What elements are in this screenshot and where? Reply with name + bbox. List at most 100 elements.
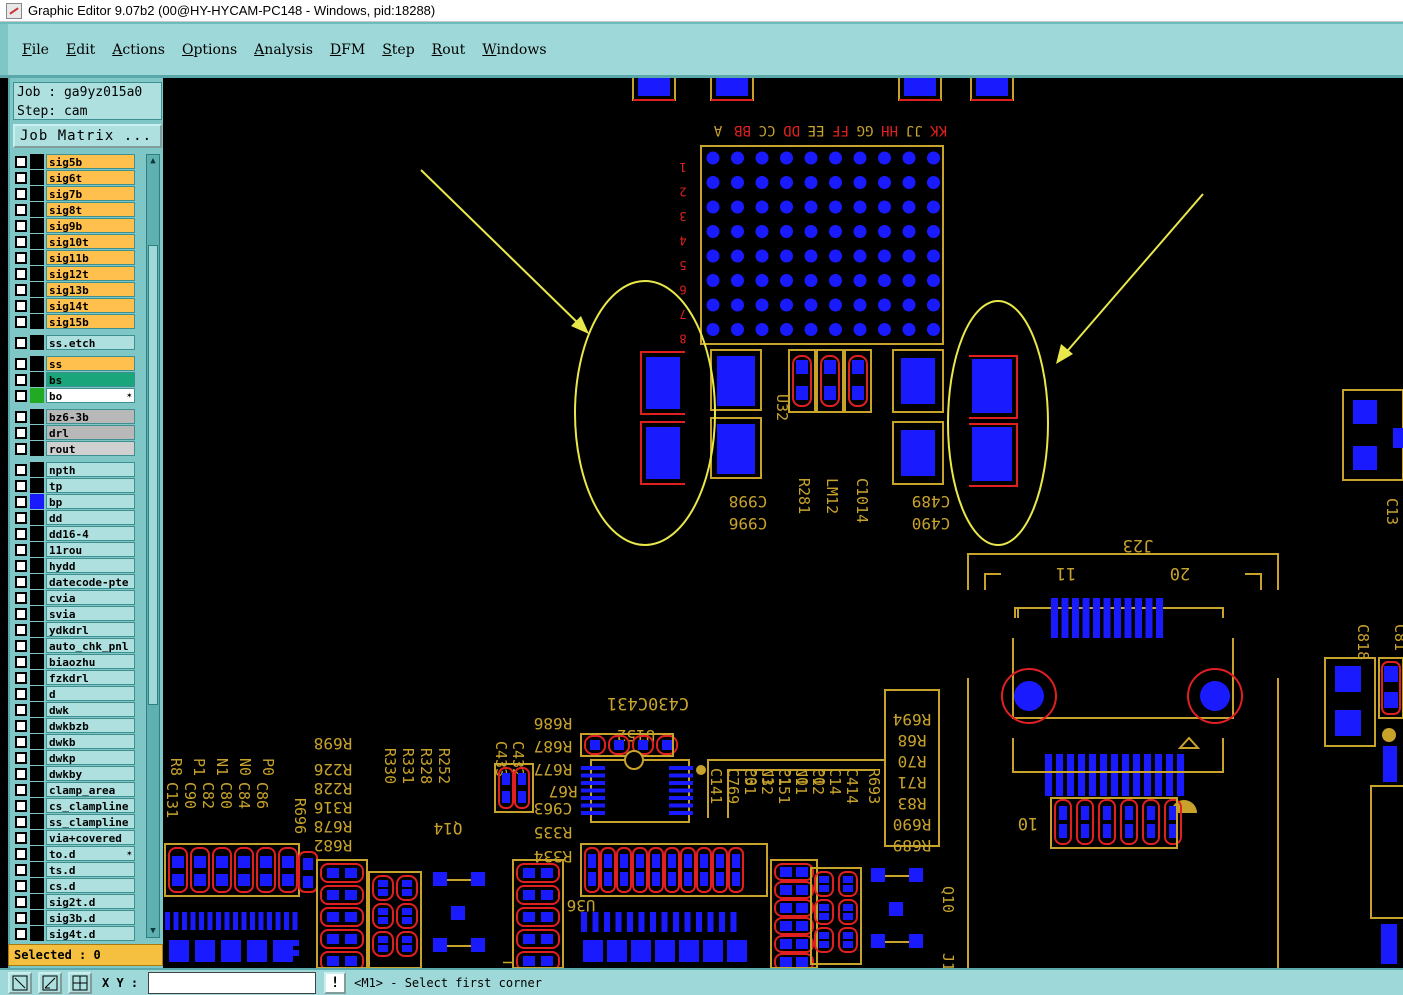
layer-name[interactable]: cvia [46,590,135,605]
layer-color-swatch[interactable] [30,670,44,685]
layer-row-hydd[interactable]: hydd [13,558,135,573]
xy-coordinate-input[interactable] [148,971,317,994]
layer-checkbox[interactable] [15,219,27,232]
zoom-area-tool-button[interactable] [8,971,32,994]
layer-row-dd[interactable]: dd [13,510,135,525]
layer-name[interactable]: d [46,686,135,701]
layer-checkbox[interactable] [15,299,27,312]
layer-row-sig4t.d[interactable]: sig4t.d [13,926,135,941]
layer-row-11rou[interactable]: 11rou [13,542,135,557]
layer-checkbox[interactable] [15,479,27,492]
layer-name[interactable]: tp [46,478,135,493]
layer-checkbox[interactable] [15,671,27,684]
layer-checkbox[interactable] [15,389,27,402]
layer-name[interactable]: to.d ✶ [46,846,135,861]
layer-color-swatch[interactable] [30,638,44,653]
layer-row-bz6-3b[interactable]: bz6-3b [13,409,135,424]
layer-row-sig13b[interactable]: sig13b [13,282,135,297]
layer-color-swatch[interactable] [30,894,44,909]
layer-checkbox[interactable] [15,831,27,844]
menu-windows[interactable]: Windows [482,42,546,58]
layer-name[interactable]: sig13b [46,282,135,297]
layer-row-bp[interactable]: bp [13,494,135,509]
layer-name[interactable]: sig7b [46,186,135,201]
layer-name[interactable]: rout [46,441,135,456]
layer-row-sig11b[interactable]: sig11b [13,250,135,265]
layer-color-swatch[interactable] [30,526,44,541]
layer-checkbox[interactable] [15,799,27,812]
layer-color-swatch[interactable] [30,814,44,829]
layer-color-swatch[interactable] [30,910,44,925]
layer-name[interactable]: drl [46,425,135,440]
layer-color-swatch[interactable] [30,782,44,797]
layer-row-bo[interactable]: bo ✶ [13,388,135,403]
layer-color-swatch[interactable] [30,574,44,589]
layer-checkbox[interactable] [15,815,27,828]
layer-row-auto_chk_pnl[interactable]: auto_chk_pnl [13,638,135,653]
layer-row-biaozhu[interactable]: biaozhu [13,654,135,669]
layer-name[interactable]: auto_chk_pnl [46,638,135,653]
layer-row-drl[interactable]: drl [13,425,135,440]
layer-name[interactable]: dwkp [46,750,135,765]
layer-name[interactable]: sig12t [46,266,135,281]
layer-color-swatch[interactable] [30,558,44,573]
layer-color-swatch[interactable] [30,734,44,749]
layer-checkbox[interactable] [15,283,27,296]
layer-name[interactable]: sig3b.d [46,910,135,925]
layer-color-swatch[interactable] [30,590,44,605]
layer-checkbox[interactable] [15,463,27,476]
layer-scrollbar[interactable]: ▲ ▼ [146,154,160,938]
layer-name[interactable]: via+covered [46,830,135,845]
layer-checkbox[interactable] [15,357,27,370]
layer-color-swatch[interactable] [30,766,44,781]
layer-row-dwkbzb[interactable]: dwkbzb [13,718,135,733]
layer-name[interactable]: ts.d [46,862,135,877]
layer-color-swatch[interactable] [30,441,44,456]
layer-color-swatch[interactable] [30,388,44,403]
layer-checkbox[interactable] [15,847,27,860]
layer-checkbox[interactable] [15,767,27,780]
layer-name[interactable]: sig4t.d [46,926,135,941]
layer-checkbox[interactable] [15,719,27,732]
layer-row-ts.d[interactable]: ts.d [13,862,135,877]
layer-color-swatch[interactable] [30,186,44,201]
layer-name[interactable]: sig8t [46,202,135,217]
layer-name[interactable]: sig11b [46,250,135,265]
layer-row-cs_clampline[interactable]: cs_clampline [13,798,135,813]
layer-name[interactable]: sig6t [46,170,135,185]
layer-color-swatch[interactable] [30,750,44,765]
layer-name[interactable]: bz6-3b [46,409,135,424]
layer-name[interactable]: hydd [46,558,135,573]
layer-color-swatch[interactable] [30,606,44,621]
layer-checkbox[interactable] [15,607,27,620]
layer-name[interactable]: sig5b [46,154,135,169]
layer-name[interactable]: sig14t [46,298,135,313]
layer-row-cs.d[interactable]: cs.d [13,878,135,893]
layer-name[interactable]: bp [46,494,135,509]
layer-row-bs[interactable]: bs [13,372,135,387]
layer-name[interactable]: npth [46,462,135,477]
layer-name[interactable]: dwkbzb [46,718,135,733]
grid-tool-button[interactable] [68,971,92,994]
pcb-canvas[interactable]: A BB CC DD EE FF GG HH JJ KK 1 2 3 4 5 6 7 8 C998 C996 U32 R2… [163,78,1403,968]
layer-row-to.d[interactable]: to.d ✶ [13,846,135,861]
layer-row-dwk[interactable]: dwk [13,702,135,717]
layer-color-swatch[interactable] [30,298,44,313]
scroll-up-icon[interactable]: ▲ [147,155,159,167]
layer-name[interactable]: dwkby [46,766,135,781]
job-matrix-button[interactable]: Job Matrix ... [13,124,162,148]
layer-checkbox[interactable] [15,895,27,908]
layer-color-swatch[interactable] [30,926,44,941]
layer-name[interactable]: bs [46,372,135,387]
layer-row-sig10t[interactable]: sig10t [13,234,135,249]
layer-color-swatch[interactable] [30,356,44,371]
layer-checkbox[interactable] [15,336,27,349]
layer-color-swatch[interactable] [30,409,44,424]
layer-row-dd16-4[interactable]: dd16-4 [13,526,135,541]
layer-row-sig12t[interactable]: sig12t [13,266,135,281]
layer-checkbox[interactable] [15,575,27,588]
scroll-thumb[interactable] [148,245,158,705]
layer-color-swatch[interactable] [30,622,44,637]
layer-color-swatch[interactable] [30,478,44,493]
layer-checkbox[interactable] [15,155,27,168]
